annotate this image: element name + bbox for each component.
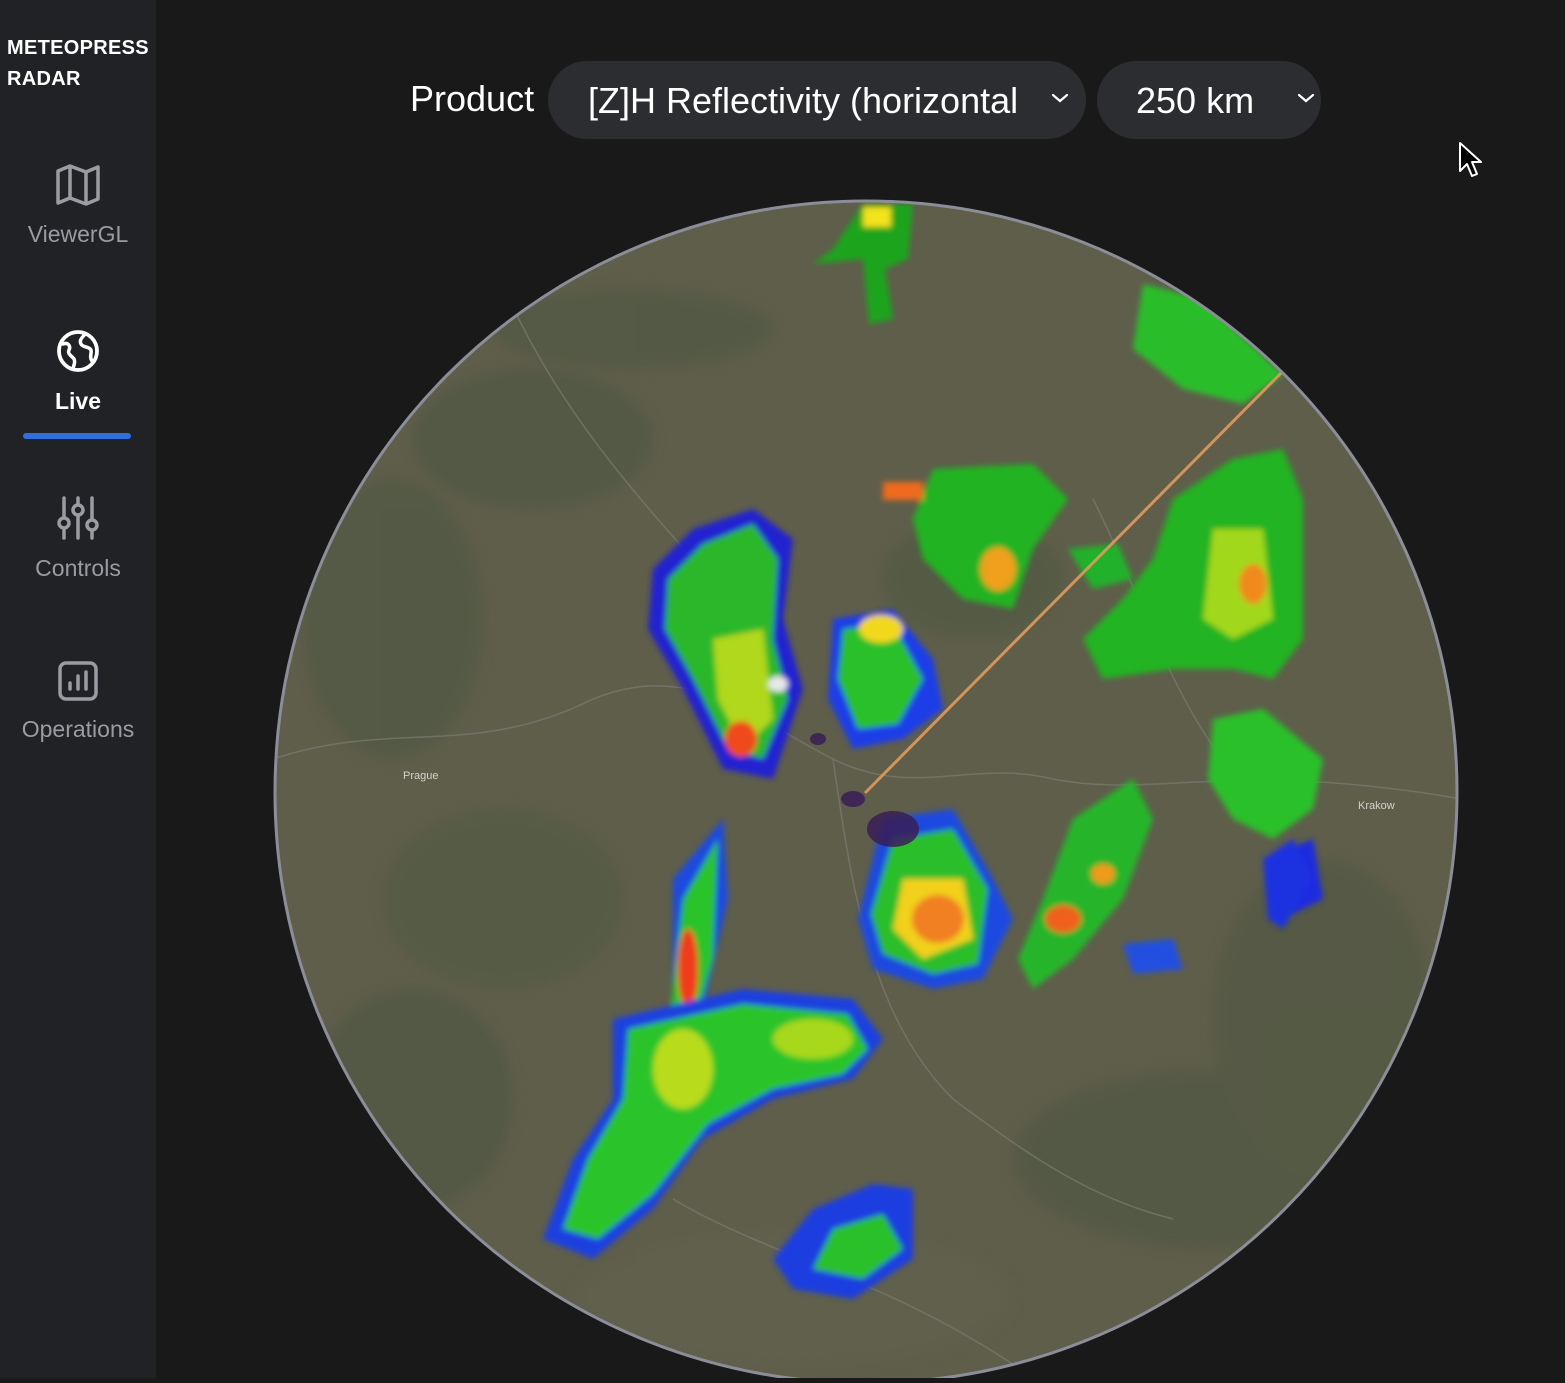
chart-icon [58, 661, 98, 701]
sliders-icon [57, 496, 99, 540]
active-tab-indicator [23, 433, 131, 439]
place-label: Krakow [1358, 800, 1395, 812]
chevron-down-icon [1297, 93, 1315, 103]
nav-label-operations: Operations [21, 716, 135, 742]
nav-item-viewergl[interactable]: ViewerGL [0, 163, 156, 248]
nav-item-operations[interactable]: Operations [0, 660, 156, 743]
nav-item-live[interactable]: Live [0, 328, 156, 415]
product-label: Product [410, 78, 535, 119]
place-label: Prague [403, 770, 438, 782]
brand-line-1: METEOPRESS [7, 37, 149, 59]
product-select-value: [Z]H Reflectivity (horizontal [588, 80, 1019, 121]
product-select[interactable]: [Z]H Reflectivity (horizontal [548, 61, 1086, 139]
nav-label-live: Live [54, 388, 102, 414]
map-icon [56, 164, 100, 206]
sidebar: METEOPRESS RADAR ViewerGL Live Controls [0, 0, 156, 1378]
nav-label-viewergl: ViewerGL [27, 221, 129, 247]
globe-icon [57, 330, 99, 372]
nav-item-controls[interactable]: Controls [0, 495, 156, 582]
app-logo: METEOPRESS RADAR [7, 33, 149, 95]
brand-line-2: RADAR [7, 68, 81, 90]
chevron-down-icon [1051, 93, 1069, 103]
range-select-value: 250 km [1136, 80, 1255, 121]
radar-map[interactable]: Prague Krakow [273, 199, 1461, 1383]
mouse-cursor-icon [1459, 142, 1482, 177]
range-select[interactable]: 250 km [1097, 61, 1321, 139]
nav-label-controls: Controls [35, 555, 121, 581]
radar-view[interactable]: Prague Krakow [273, 199, 1461, 1383]
